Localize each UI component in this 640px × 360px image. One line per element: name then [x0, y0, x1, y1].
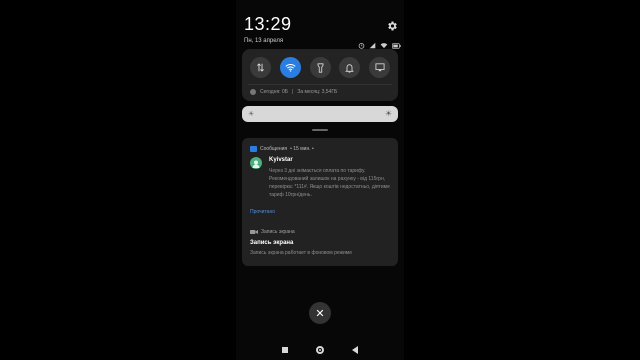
data-today: Сегодня: 0Б — [260, 89, 289, 95]
screen-recording-header: Запись экрана — [250, 229, 295, 235]
video-camera-icon — [250, 230, 258, 234]
data-usage-icon — [250, 89, 256, 95]
sms-app-name: Сообщения — [260, 146, 288, 152]
brightness-low-icon: ☀ — [248, 111, 255, 118]
brightness-high-icon: ☀ — [384, 109, 392, 118]
sms-time: • 15 мин. • — [290, 146, 314, 152]
wifi-icon — [285, 64, 296, 72]
quick-settings-toggles — [250, 57, 390, 78]
contact-avatar — [250, 157, 262, 169]
mobile-data-toggle[interactable] — [250, 57, 271, 78]
screen-recording-text[interactable]: Запись экрана работает в фоновом режиме — [250, 250, 352, 256]
quick-settings-panel: Сегодня: 0Б | За месяц: 3,54ГБ — [242, 49, 398, 101]
clock: 13:29 — [244, 14, 292, 34]
data-month: За месяц: 3,54ГБ — [297, 89, 338, 95]
divider — [248, 84, 392, 85]
sms-notification-header: Сообщения • 15 мин. • — [250, 146, 314, 152]
notifications-panel: Сообщения • 15 мин. • Kyivstar Через 3 д… — [242, 138, 398, 266]
back-button[interactable] — [352, 346, 358, 354]
close-icon: ✕ — [315, 307, 325, 320]
person-icon — [252, 160, 260, 168]
data-separator: | — [292, 89, 294, 95]
gear-icon[interactable] — [386, 20, 398, 32]
flashlight-toggle[interactable] — [309, 57, 331, 78]
sms-body[interactable]: Через 3 дні знімається оплата по тарифу.… — [269, 167, 393, 199]
navigation-bar — [282, 344, 358, 356]
mobile-data-icon — [257, 63, 264, 72]
sms-sender[interactable]: Kyivstar — [269, 157, 293, 163]
screen-recording-title[interactable]: Запись экрана — [250, 240, 293, 246]
wifi-toggle[interactable] — [279, 57, 301, 78]
recents-button[interactable] — [282, 347, 288, 353]
screencast-icon — [375, 63, 384, 72]
clear-notifications-button[interactable]: ✕ — [309, 302, 331, 324]
screen-recording-app-name: Запись экрана — [261, 229, 295, 235]
bell-icon — [345, 63, 355, 73]
date-label: Пн, 13 апреля — [244, 38, 284, 44]
messages-icon — [250, 146, 257, 152]
brightness-slider[interactable]: ☀ ☀ — [242, 106, 398, 122]
home-button[interactable] — [316, 346, 324, 354]
screencast-toggle[interactable] — [369, 57, 390, 78]
data-usage[interactable]: Сегодня: 0Б | За месяц: 3,54ГБ — [250, 89, 337, 95]
silent-toggle[interactable] — [339, 57, 361, 78]
mark-read-button[interactable]: Прочитано — [250, 209, 275, 215]
drag-handle[interactable] — [312, 129, 328, 131]
flashlight-icon — [317, 62, 323, 73]
